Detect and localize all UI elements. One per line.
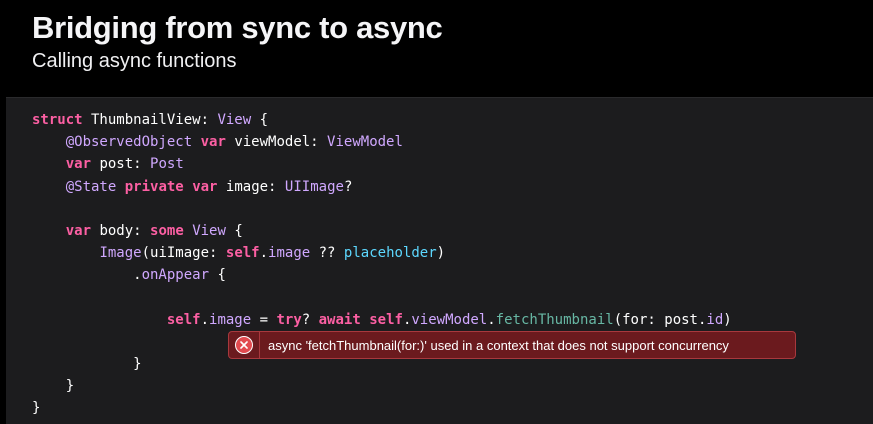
code-token: UIImage [284,178,344,195]
code-token: { [251,112,269,128]
code-token: struct [32,112,83,128]
code-token: ViewModel [327,134,403,151]
code-token: ) [723,311,732,328]
code-token: placeholder [343,245,437,262]
code-token: fetchThumbnail [495,311,614,328]
code-token: Post [150,156,184,173]
code-token: View [217,112,252,128]
code-token: } [32,400,41,417]
code-token: (uiImage: [141,245,226,262]
code-line: } [32,397,732,419]
error-x-circle-icon[interactable] [235,336,253,354]
code-token: var [65,156,92,173]
code-line: .onAppear { [32,264,732,286]
code-line: self.image = try? await self.viewModel.f… [32,309,732,331]
code-token: post: [91,156,151,173]
code-token: @ObservedObject [65,134,193,151]
code-token: await [318,311,361,328]
code-token: { [209,267,226,284]
code-token: @State [65,178,117,195]
error-annotation[interactable]: async 'fetchThumbnail(for:)' used in a c… [228,331,796,359]
code-token: self [166,311,201,328]
code-token: image [268,245,311,262]
code-editor-panel: struct ThumbnailView: View { @ObservedOb… [6,97,873,424]
code-token: ? [343,178,353,195]
code-token: body: [91,222,151,239]
code-token: self [369,311,403,328]
code-token: try [276,311,302,328]
code-token: image [209,311,252,328]
code-token: . [259,245,269,262]
code-token: some [150,222,184,239]
code-token: ThumbnailView: [82,112,218,128]
code-token: id [706,311,724,328]
code-token: onAppear [141,267,210,284]
code-token: var [200,134,226,151]
code-token: ) [436,245,446,262]
code-token: { [225,222,243,239]
code-token: viewModel: [225,134,328,151]
code-token: private [124,178,184,195]
code-token: . [200,311,210,328]
x-mark-icon [240,341,248,349]
code-token: self [225,245,260,262]
code-token: var [65,222,92,239]
error-icon-container[interactable] [229,332,260,358]
code-line: } [32,375,732,397]
code-token: View [192,222,226,239]
code-area: struct ThumbnailView: View { @ObservedOb… [32,109,732,420]
code-token: image: [217,178,285,195]
code-token: Image [99,245,142,262]
code-line: struct ThumbnailView: View { [32,109,732,131]
slide-subtitle: Calling async functions [32,50,237,72]
code-token: (for: post. [613,311,707,328]
error-message: async 'fetchThumbnail(for:)' used in a c… [268,337,729,353]
code-token: . [32,267,142,284]
code-line: var post: Post [32,153,732,175]
code-token: var [192,178,218,195]
code-line: @State private var image: UIImage? [32,176,732,198]
slide-title: Bridging from sync to async [32,10,443,45]
code-token: viewModel [411,311,488,328]
code-token: ?? [310,245,344,262]
code-token: } [32,378,75,395]
code-token: = [251,311,277,328]
code-token: ? [301,311,319,328]
code-line: Image(uiImage: self.image ?? placeholder… [32,242,732,264]
code-line: @ObservedObject var viewModel: ViewModel [32,131,732,153]
code-line: var body: some View { [32,220,732,242]
code-token: . [487,311,496,328]
code-token: } [32,356,142,373]
slide-header: Bridging from sync to async Calling asyn… [32,10,853,74]
